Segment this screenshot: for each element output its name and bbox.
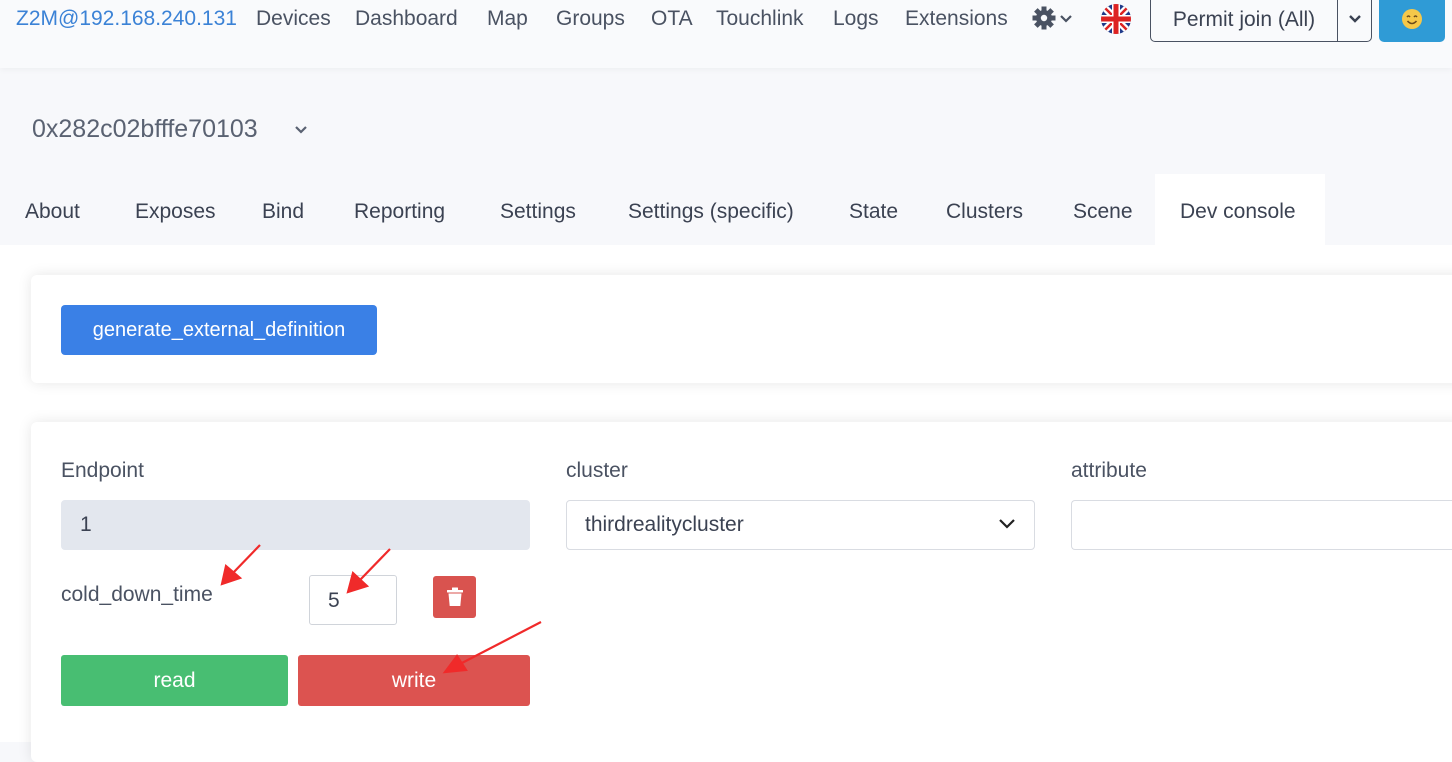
permit-join-control: Permit join (All) (1150, 0, 1372, 42)
tab-exposes[interactable]: Exposes (135, 199, 216, 225)
language-flag-uk-icon[interactable] (1101, 4, 1131, 34)
attribute-name-label: cold_down_time (61, 583, 213, 606)
nav-extensions[interactable]: Extensions (905, 6, 1008, 32)
nav-devices[interactable]: Devices (256, 6, 331, 32)
write-button[interactable]: write (298, 655, 530, 706)
tab-about[interactable]: About (25, 199, 80, 225)
nav-logs[interactable]: Logs (833, 6, 879, 32)
tab-settings[interactable]: Settings (500, 199, 576, 225)
top-navbar: Z2M@192.168.240.131 Devices Dashboard Ma… (0, 0, 1452, 68)
generate-external-definition-button[interactable]: generate_external_definition (61, 305, 377, 355)
cluster-label: cluster (566, 459, 628, 482)
device-dropdown-toggle[interactable] (294, 122, 308, 140)
attribute-label: attribute (1071, 459, 1147, 482)
tab-bind[interactable]: Bind (262, 199, 304, 225)
endpoint-label: Endpoint (61, 459, 144, 482)
chevron-down-icon (1348, 15, 1361, 23)
nav-touchlink[interactable]: Touchlink (716, 6, 804, 32)
cluster-select[interactable]: thirdrealitycluster (566, 500, 1035, 550)
tab-state[interactable]: State (849, 199, 898, 225)
tab-settings-specific[interactable]: Settings (specific) (628, 199, 794, 225)
tab-reporting[interactable]: Reporting (354, 199, 445, 225)
attribute-value-input[interactable]: 5 (309, 575, 397, 625)
cluster-select-value: thirdrealitycluster (585, 513, 744, 536)
attribute-select[interactable] (1071, 500, 1452, 550)
nav-ota[interactable]: OTA (651, 6, 693, 32)
gear-icon (1032, 6, 1072, 30)
permit-join-dropdown-toggle[interactable] (1338, 0, 1371, 41)
permit-join-button[interactable]: Permit join (All) (1151, 0, 1338, 41)
delete-attribute-button[interactable] (433, 576, 476, 618)
chevron-down-icon (999, 519, 1015, 529)
device-title[interactable]: 0x282c02bfffe70103 (32, 114, 258, 144)
settings-gear-dropdown[interactable] (1032, 6, 1074, 32)
user-menu-button[interactable] (1379, 0, 1445, 42)
smiley-face-icon (1402, 9, 1422, 29)
chevron-down-icon (295, 126, 307, 134)
attribute-console-card (31, 422, 1452, 762)
endpoint-field: 1 (61, 500, 530, 550)
tab-dev-console[interactable]: Dev console (1180, 199, 1296, 225)
nav-groups[interactable]: Groups (556, 6, 625, 32)
brand-link[interactable]: Z2M@192.168.240.131 (16, 6, 237, 32)
read-button[interactable]: read (61, 655, 288, 706)
chevron-down-icon (1060, 15, 1072, 23)
tab-clusters[interactable]: Clusters (946, 199, 1023, 225)
tab-scene[interactable]: Scene (1073, 199, 1133, 225)
nav-dashboard[interactable]: Dashboard (355, 6, 458, 32)
nav-map[interactable]: Map (487, 6, 528, 32)
trash-icon (446, 587, 463, 606)
